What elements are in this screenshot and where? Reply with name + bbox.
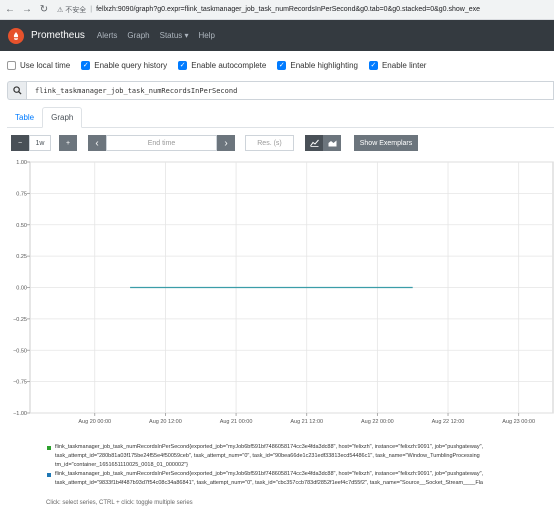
nav-link-graph[interactable]: Graph <box>127 31 149 40</box>
next-time-button[interactable]: › <box>217 135 235 151</box>
y-tick-label: −0.25 <box>13 317 27 323</box>
panel-tabs: Table Graph <box>7 107 554 128</box>
option-use-local-time[interactable]: Use local time <box>7 60 70 70</box>
decrease-range-button[interactable]: − <box>11 135 29 151</box>
increase-range-button[interactable]: + <box>59 135 77 151</box>
nav-link-help[interactable]: Help <box>199 31 215 40</box>
prometheus-logo-icon[interactable] <box>8 27 24 44</box>
url-path: /graph?g0.expr=flink_taskmanager_job_tas… <box>133 6 481 13</box>
graph-area[interactable]: 1.00 0.75 0.50 0.25 0.00 −0.25 −0.50 −0.75 −1.00… <box>0 158 554 440</box>
nav-link-alerts[interactable]: Alerts <box>97 31 117 40</box>
url-host: fellxzh:9090 <box>96 6 134 13</box>
browser-toolbar: ← → ↻ ⚠ 不安全 | fellxzh:9090 /graph?g0.exp… <box>0 0 554 20</box>
legend-series-label: task_attempt_id="9833f1b4f487b93d7f54c08… <box>55 480 483 486</box>
option-enable-autocomplete[interactable]: ✓ Enable autocomplete <box>178 60 266 70</box>
search-icon <box>7 81 26 100</box>
warning-icon: ⚠ <box>57 6 64 14</box>
nav-link-status[interactable]: Status ▾ <box>160 31 189 40</box>
checkbox-checked-icon[interactable]: ✓ <box>277 60 287 70</box>
option-enable-highlighting[interactable]: ✓ Enable highlighting <box>277 60 358 70</box>
query-options: Use local time ✓ Enable query history ✓ En… <box>0 58 430 72</box>
x-tick-label: Aug 22 00:00 <box>361 419 394 425</box>
checkbox-checked-icon[interactable]: ✓ <box>178 60 188 70</box>
x-tick-label: Aug 21 00:00 <box>220 419 253 425</box>
x-tick-label: Aug 20 12:00 <box>149 419 182 425</box>
brand-title[interactable]: Prometheus <box>31 30 85 41</box>
unstacked-chart-button[interactable] <box>305 135 323 151</box>
checkbox-checked-icon[interactable]: ✓ <box>368 60 378 70</box>
line-chart-icon <box>309 139 319 147</box>
tab-graph[interactable]: Graph <box>42 107 83 128</box>
series-color-swatch <box>47 473 51 477</box>
forward-arrow-icon[interactable]: → <box>20 3 34 17</box>
checkbox-checked-icon[interactable]: ✓ <box>81 60 91 70</box>
address-bar[interactable]: ⚠ 不安全 | fellxzh:9090 /graph?g0.expr=flin… <box>57 3 554 17</box>
top-navbar: Prometheus Alerts Graph Status ▾ Help <box>0 20 554 51</box>
resolution-input[interactable]: Res. (s) <box>245 135 294 151</box>
area-chart-icon <box>328 140 336 147</box>
back-arrow-icon[interactable]: ← <box>3 3 17 17</box>
legend-series-label: tm_id="container_1651651110025_0018_01_0… <box>55 462 188 468</box>
range-input[interactable]: 1w <box>29 135 51 151</box>
y-tick-label: 1.00 <box>16 160 27 166</box>
stacked-chart-button[interactable] <box>323 135 341 151</box>
show-exemplars-button[interactable]: Show Exemplars <box>354 135 418 151</box>
x-tick-label: Aug 20 00:00 <box>78 419 111 425</box>
legend-hint: Click: select series, CTRL + click: togg… <box>46 500 193 506</box>
y-tick-label: −0.50 <box>13 348 27 354</box>
y-tick-label: 0.75 <box>16 191 27 197</box>
legend-item[interactable]: flink_taskmanager_job_task_numRecordsInP… <box>46 443 554 470</box>
legend-series-label: task_attempt_id="280b81a03f175be24f55e4f… <box>55 453 480 459</box>
end-time-input[interactable]: End time <box>106 135 217 151</box>
previous-time-button[interactable]: ‹ <box>88 135 106 151</box>
legend-item[interactable]: flink_taskmanager_job_task_numRecordsInP… <box>46 470 554 488</box>
reload-icon[interactable]: ↻ <box>37 3 51 17</box>
time-series-chart[interactable]: 1.00 0.75 0.50 0.25 0.00 −0.25 −0.50 −0.75 −1.00… <box>0 158 554 440</box>
checkbox-icon[interactable] <box>7 60 16 70</box>
y-tick-label: −1.00 <box>13 411 27 417</box>
expression-input[interactable]: flink_taskmanager_job_task_numRecordsInP… <box>26 81 554 100</box>
y-tick-label: −0.75 <box>13 380 27 386</box>
y-tick-label: 0.00 <box>16 286 27 292</box>
y-tick-label: 0.25 <box>16 254 27 260</box>
y-tick-label: 0.50 <box>16 223 27 229</box>
x-tick-label: Aug 22 12:00 <box>432 419 465 425</box>
legend-series-label: flink_taskmanager_job_task_numRecordsInP… <box>55 471 484 477</box>
x-tick-label: Aug 21 12:00 <box>290 419 323 425</box>
tab-table[interactable]: Table <box>7 107 42 128</box>
security-label: 不安全 <box>65 6 87 14</box>
option-enable-query-history[interactable]: ✓ Enable query history <box>81 60 167 70</box>
series-color-swatch <box>47 446 51 450</box>
option-enable-linter[interactable]: ✓ Enable linter <box>368 60 426 70</box>
query-bar: flink_taskmanager_job_task_numRecordsInP… <box>7 81 554 100</box>
legend-series-label: flink_taskmanager_job_task_numRecordsInP… <box>55 444 484 450</box>
graph-legend: flink_taskmanager_job_task_numRecordsInP… <box>46 443 554 488</box>
x-tick-label: Aug 23 00:00 <box>502 419 535 425</box>
